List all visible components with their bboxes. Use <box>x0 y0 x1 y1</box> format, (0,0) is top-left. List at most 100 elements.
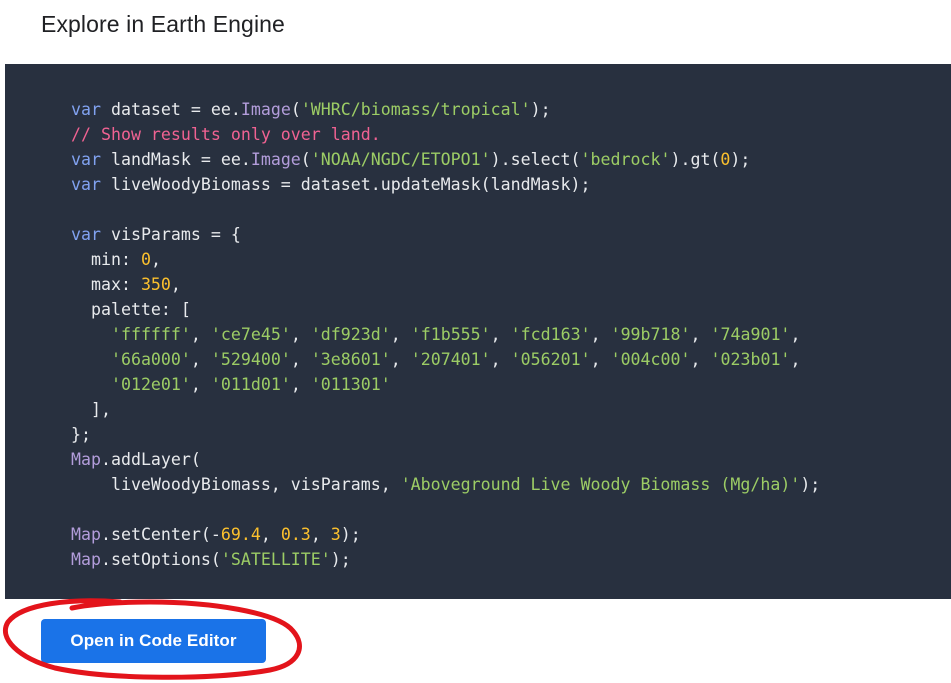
code-token-ident: min: <box>71 250 141 269</box>
code-token-str: 'WHRC/biomass/tropical' <box>300 100 531 119</box>
code-token-num: 3 <box>330 525 341 544</box>
code-token-kw: var <box>71 225 101 244</box>
code-line: var landMask = ee.Image('NOAA/NGDC/ETOPO… <box>71 147 951 172</box>
code-line: }; <box>71 422 951 447</box>
code-token-pun: , <box>690 350 711 369</box>
code-token-ident <box>71 375 111 394</box>
code-token-str: '011d01' <box>210 375 291 394</box>
code-token-str: '012e01' <box>110 375 191 394</box>
code-line: liveWoodyBiomass, visParams, 'Abovegroun… <box>71 472 951 497</box>
code-token-pun: , <box>390 325 411 344</box>
code-token-str: '99b718' <box>610 325 691 344</box>
code-token-ident: .setCenter(- <box>100 525 221 544</box>
code-line: var visParams = { <box>71 222 951 247</box>
code-token-num: 0.3 <box>280 525 311 544</box>
code-token-pun: , <box>490 325 511 344</box>
code-token-num: 69.4 <box>220 525 261 544</box>
code-token-pun: ); <box>730 150 751 169</box>
code-token-str: '66a000' <box>110 350 191 369</box>
code-token-str: '023b01' <box>710 350 791 369</box>
code-token-str: '207401' <box>410 350 491 369</box>
code-line: Map.addLayer( <box>71 447 951 472</box>
code-token-ident: dataset = ee. <box>100 100 241 119</box>
code-line: Map.setCenter(-69.4, 0.3, 3); <box>71 522 951 547</box>
code-token-pun: , <box>310 525 331 544</box>
code-token-pun: , <box>170 275 181 294</box>
code-token-kw: var <box>71 150 101 169</box>
code-line: '66a000', '529400', '3e8601', '207401', … <box>71 347 951 372</box>
code-token-pun: , <box>690 325 711 344</box>
code-token-ident: liveWoodyBiomass, visParams, <box>71 475 401 494</box>
code-token-pun: ); <box>340 525 361 544</box>
code-token-pun: , <box>590 350 611 369</box>
code-token-str: 'Aboveground Live Woody Biomass (Mg/ha)' <box>400 475 801 494</box>
code-token-num: 0 <box>140 250 151 269</box>
code-token-ident: .addLayer( <box>100 450 201 469</box>
code-line: min: 0, <box>71 247 951 272</box>
code-token-kw: var <box>71 100 101 119</box>
page-heading: Explore in Earth Engine <box>41 11 285 37</box>
code-line: palette: [ <box>71 297 951 322</box>
code-token-str: 'ce7e45' <box>210 325 291 344</box>
code-line: Map.setOptions('SATELLITE'); <box>71 547 951 572</box>
code-token-str: 'NOAA/NGDC/ETOPO1' <box>310 150 491 169</box>
code-token-ident: }; <box>71 425 91 444</box>
code-token-str: '011301' <box>310 375 391 394</box>
code-token-pun: ( <box>290 100 301 119</box>
code-token-str: '004c00' <box>610 350 691 369</box>
code-token-pun: ); <box>800 475 821 494</box>
code-token-str: '056201' <box>510 350 591 369</box>
open-in-code-editor-button[interactable]: Open in Code Editor <box>41 619 266 663</box>
code-token-str: 'fcd163' <box>510 325 591 344</box>
code-token-ident: ], <box>71 400 111 419</box>
code-token-str: '3e8601' <box>310 350 391 369</box>
code-token-num: 350 <box>140 275 171 294</box>
code-token-fn: Image <box>240 100 291 119</box>
code-token-ident: max: <box>71 275 141 294</box>
code-token-pun: ); <box>530 100 551 119</box>
code-token-fn: Map <box>71 550 101 569</box>
code-token-ident: palette: [ <box>71 300 191 319</box>
code-line: '012e01', '011d01', '011301' <box>71 372 951 397</box>
code-token-pun: , <box>390 350 411 369</box>
code-token-pun: , <box>190 375 211 394</box>
code-token-str: 'SATELLITE' <box>220 550 331 569</box>
code-token-ident <box>71 325 111 344</box>
code-token-pun: , <box>790 350 801 369</box>
code-token-pun: , <box>290 325 311 344</box>
code-token-pun: , <box>260 525 281 544</box>
code-token-ident: liveWoodyBiomass = dataset.updateMask(la… <box>100 175 591 194</box>
code-token-kw: var <box>71 175 101 194</box>
code-token-pun: , <box>290 375 311 394</box>
code-line: max: 350, <box>71 272 951 297</box>
code-token-pun: , <box>190 325 211 344</box>
code-token-fn: Image <box>250 150 301 169</box>
code-token-ident: landMask = ee. <box>100 150 251 169</box>
code-block: var dataset = ee.Image('WHRC/biomass/tro… <box>5 64 951 599</box>
code-line: ], <box>71 397 951 422</box>
code-token-str: '74a901' <box>710 325 791 344</box>
code-token-fn: Map <box>71 525 101 544</box>
code-token-pun: ).gt( <box>670 150 721 169</box>
code-token-str: 'bedrock' <box>580 150 671 169</box>
code-token-pun: , <box>290 350 311 369</box>
code-token-pun: , <box>790 325 801 344</box>
code-token-fn: Map <box>71 450 101 469</box>
code-token-cmt: // Show results only over land. <box>71 125 381 144</box>
code-token-ident: visParams = { <box>100 225 241 244</box>
code-token-str: 'df923d' <box>310 325 391 344</box>
code-token-str: '529400' <box>210 350 291 369</box>
code-line: // Show results only over land. <box>71 122 951 147</box>
code-snippet: var dataset = ee.Image('WHRC/biomass/tro… <box>71 97 951 572</box>
code-token-num: 0 <box>720 150 731 169</box>
code-token-pun: , <box>590 325 611 344</box>
code-token-ident: .setOptions( <box>100 550 221 569</box>
code-token-str: 'ffffff' <box>110 325 191 344</box>
code-token-pun: ); <box>330 550 351 569</box>
code-line: var liveWoodyBiomass = dataset.updateMas… <box>71 172 951 197</box>
code-token-pun: ( <box>300 150 311 169</box>
code-token-ident <box>71 350 111 369</box>
code-token-pun: ).select( <box>490 150 581 169</box>
